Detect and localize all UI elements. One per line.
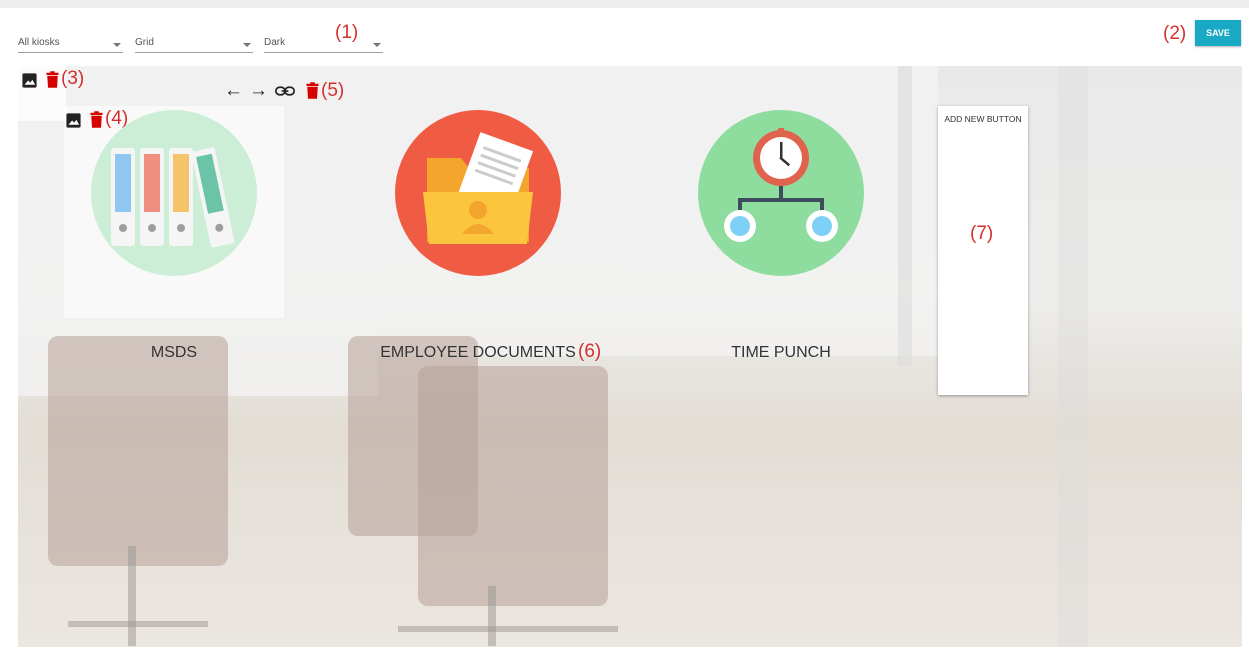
background-chair <box>418 366 608 606</box>
annotation-2: (2) <box>1163 23 1187 44</box>
layout-select-value: Grid <box>135 37 154 48</box>
kiosk-select[interactable]: All kiosks <box>18 26 123 53</box>
background-frame <box>898 66 912 366</box>
annotation-7: (7) <box>970 223 994 244</box>
annotation-3: (3) <box>61 68 85 89</box>
background-chair-leg <box>128 546 136 646</box>
annotation-1: (1) <box>335 22 359 43</box>
tile-label-employee-documents: EMPLOYEE DOCUMENTS <box>380 344 576 361</box>
add-new-button-label: ADD NEW BUTTON <box>944 114 1022 124</box>
image-icon[interactable] <box>65 112 82 129</box>
employee-folder-icon <box>423 132 534 244</box>
tile-label-time-punch: TIME PUNCH <box>731 344 831 361</box>
kiosk-canvas: (3) (4) ← → (5) MSDS EMPLOYEE DOCUMENTS … <box>18 66 1242 647</box>
top-band <box>0 0 1249 8</box>
background-chair-leg <box>68 621 208 627</box>
annotation-6: (6) <box>578 341 602 362</box>
chevron-down-icon <box>373 43 381 47</box>
annotation-5: (5) <box>321 80 345 101</box>
theme-select[interactable]: Dark <box>264 26 383 53</box>
save-button[interactable]: SAVE <box>1195 20 1241 46</box>
trash-icon[interactable] <box>45 70 60 89</box>
binders-icon <box>111 147 235 248</box>
image-icon[interactable] <box>21 72 38 89</box>
tile-label-msds: MSDS <box>150 344 198 361</box>
time-punch-tile-button[interactable] <box>698 110 864 276</box>
theme-select-value: Dark <box>264 37 286 48</box>
clock-org-chart-icon <box>724 128 838 242</box>
background-frame <box>1058 66 1088 647</box>
toolbar: All kiosks Grid Dark (1) (2) SAVE <box>0 8 1249 66</box>
trash-icon[interactable] <box>305 81 320 100</box>
msds-tile-button[interactable] <box>91 110 257 276</box>
chevron-down-icon <box>243 43 251 47</box>
employee-documents-tile-button[interactable] <box>395 110 561 276</box>
kiosk-select-value: All kiosks <box>18 37 60 48</box>
link-icon[interactable] <box>275 85 295 97</box>
chevron-down-icon <box>113 43 121 47</box>
background-chair <box>48 336 228 566</box>
arrow-left-icon[interactable]: ← <box>224 81 243 100</box>
arrow-right-icon[interactable]: → <box>249 81 268 100</box>
add-new-button-panel[interactable]: ADD NEW BUTTON (7) <box>938 106 1028 395</box>
background-chair-leg <box>488 586 496 646</box>
background-chair-leg <box>398 626 618 632</box>
layout-select[interactable]: Grid <box>135 26 253 53</box>
